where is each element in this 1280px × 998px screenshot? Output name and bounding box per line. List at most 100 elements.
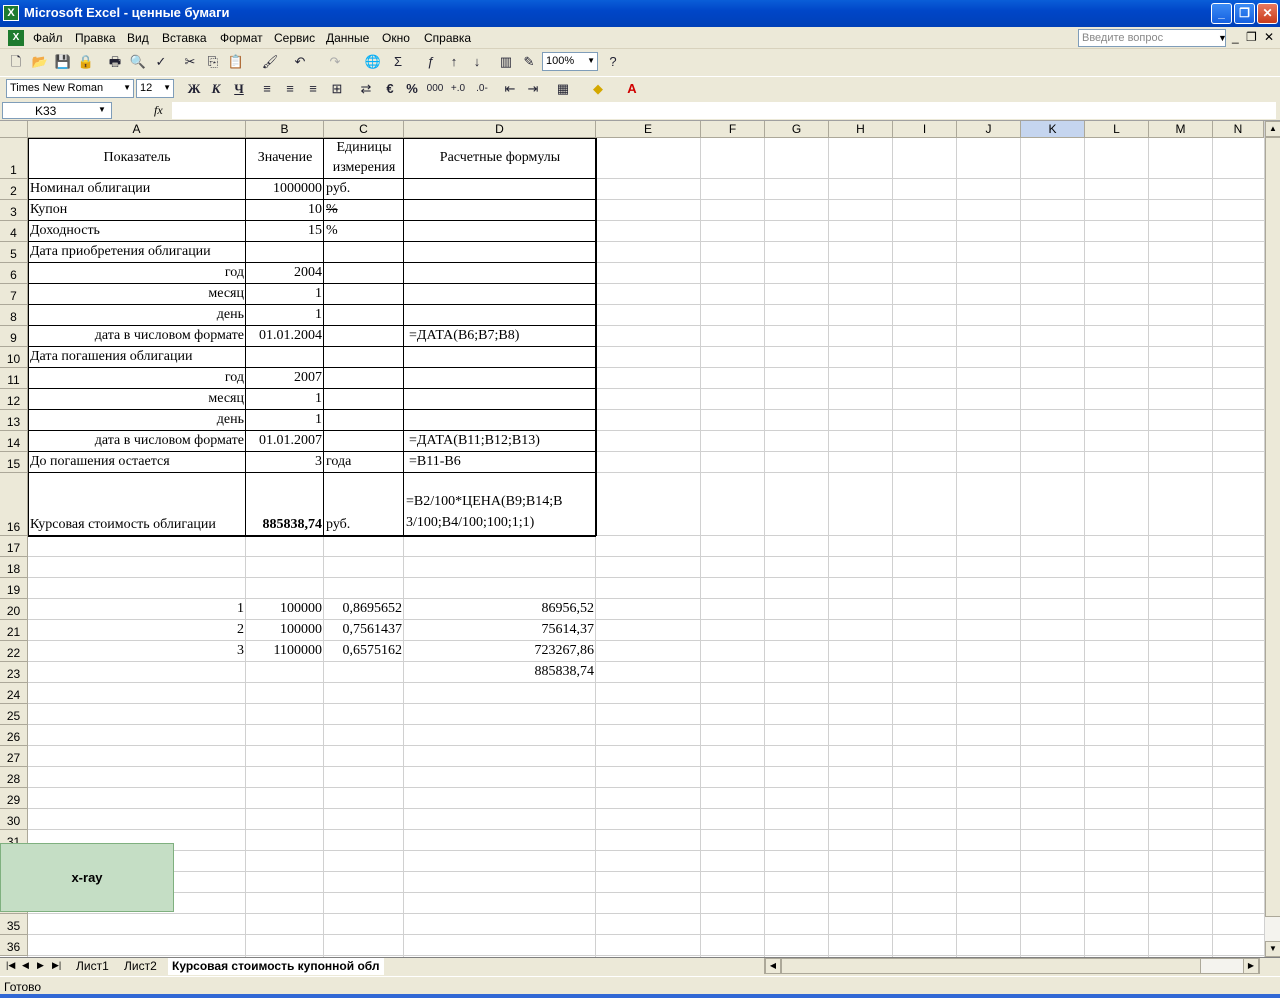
- cell-a3[interactable]: Купон: [28, 200, 246, 220]
- cell-a7[interactable]: месяц: [28, 284, 246, 304]
- hscroll-thumb[interactable]: [781, 958, 1201, 974]
- row-header-2[interactable]: 2: [0, 179, 28, 200]
- cell-a16[interactable]: Курсовая стоимость облигации: [28, 515, 246, 535]
- scroll-right-icon[interactable]: ▶: [1243, 958, 1259, 974]
- row-header-26[interactable]: 26: [0, 725, 28, 746]
- cell-d20[interactable]: 86956,52: [404, 599, 596, 619]
- close-button[interactable]: ✕: [1257, 3, 1278, 24]
- paste-icon[interactable]: 📋: [226, 52, 246, 72]
- row-header-15[interactable]: 15: [0, 452, 28, 473]
- cell-d16a[interactable]: =B2/100*ЦЕНА(B9;B14;B: [404, 492, 596, 512]
- cell-b6[interactable]: 2004: [246, 263, 324, 283]
- cell-a13[interactable]: день: [28, 410, 246, 430]
- merge-center-icon[interactable]: ⊞: [327, 79, 347, 99]
- cell-b22[interactable]: 1100000: [246, 641, 324, 661]
- menu-insert[interactable]: Вставка: [162, 31, 207, 45]
- hyperlink-icon[interactable]: 🌐: [363, 52, 383, 72]
- next-sheet-icon[interactable]: ▶: [37, 960, 44, 971]
- borders-icon[interactable]: ▦: [553, 79, 573, 99]
- column-header-M[interactable]: M: [1149, 121, 1213, 138]
- cell-a21[interactable]: 2: [28, 620, 246, 640]
- align-center-icon[interactable]: ≡: [280, 79, 300, 99]
- row-header-12[interactable]: 12: [0, 389, 28, 410]
- row-header-3[interactable]: 3: [0, 200, 28, 221]
- column-header-B[interactable]: B: [246, 121, 324, 138]
- row-header-23[interactable]: 23: [0, 662, 28, 683]
- menu-edit[interactable]: Правка: [75, 31, 116, 45]
- row-header-1[interactable]: 1: [0, 138, 28, 179]
- cell-b16[interactable]: 885838,74: [246, 515, 324, 535]
- cell-d23[interactable]: 885838,74: [404, 662, 596, 682]
- redo-icon[interactable]: ↷: [325, 52, 345, 72]
- vertical-scrollbar[interactable]: ▲ ▼: [1264, 121, 1280, 958]
- cell-d21[interactable]: 75614,37: [404, 620, 596, 640]
- row-header-35[interactable]: 35: [0, 914, 28, 935]
- formula-input[interactable]: [172, 102, 1276, 119]
- scroll-up-icon[interactable]: ▲: [1265, 121, 1280, 137]
- cell-b3[interactable]: 10: [246, 200, 324, 220]
- cell-a20[interactable]: 1: [28, 599, 246, 619]
- minimize-button[interactable]: _: [1211, 3, 1232, 24]
- cell-a15[interactable]: До погашения остается: [28, 452, 246, 472]
- cell-a9[interactable]: дата в числовом формате: [28, 326, 246, 346]
- menu-tools[interactable]: Сервис: [274, 31, 315, 45]
- cell-b4[interactable]: 15: [246, 221, 324, 241]
- cell-d14[interactable]: =ДАТА(B11;B12;B13): [404, 431, 596, 451]
- column-header-N[interactable]: N: [1213, 121, 1264, 138]
- cell-b12[interactable]: 1: [246, 389, 324, 409]
- insert-function-icon[interactable]: ƒ: [421, 52, 441, 72]
- sheet-tab-1[interactable]: Лист1: [72, 958, 113, 975]
- increase-indent-icon[interactable]: ⇥: [523, 79, 543, 99]
- column-header-K[interactable]: K: [1021, 121, 1085, 138]
- cell-a6[interactable]: год: [28, 263, 246, 283]
- align-right-icon[interactable]: ≡: [303, 79, 323, 99]
- menu-data[interactable]: Данные: [326, 31, 369, 45]
- row-header-16[interactable]: 16: [0, 473, 28, 536]
- increase-decimal-icon[interactable]: +.0: [448, 79, 468, 99]
- copy-icon[interactable]: ⎘: [203, 52, 223, 72]
- font-dropdown-icon[interactable]: ▼: [123, 83, 131, 92]
- doc-close-icon[interactable]: ✕: [1264, 30, 1274, 44]
- menu-format[interactable]: Формат: [220, 31, 263, 45]
- row-header-24[interactable]: 24: [0, 683, 28, 704]
- bold-button[interactable]: Ж: [184, 79, 204, 99]
- scroll-left-icon[interactable]: ◀: [765, 958, 781, 974]
- row-header-30[interactable]: 30: [0, 809, 28, 830]
- chart-wizard-icon[interactable]: ▥: [496, 52, 516, 72]
- row-header-5[interactable]: 5: [0, 242, 28, 263]
- cell-b7[interactable]: 1: [246, 284, 324, 304]
- row-header-25[interactable]: 25: [0, 704, 28, 725]
- sort-desc-icon[interactable]: ↓: [467, 52, 487, 72]
- cell-a10[interactable]: Дата погашения облигации: [28, 347, 268, 367]
- row-header-19[interactable]: 19: [0, 578, 28, 599]
- column-header-I[interactable]: I: [893, 121, 957, 138]
- maximize-button[interactable]: ❐: [1234, 3, 1255, 24]
- column-header-H[interactable]: H: [829, 121, 893, 138]
- permission-icon[interactable]: 🔒: [76, 52, 96, 72]
- menu-help[interactable]: Справка: [424, 31, 471, 45]
- namebox-dropdown-icon[interactable]: ▼: [98, 105, 106, 114]
- cell-a14[interactable]: дата в числовом формате: [28, 431, 246, 451]
- cell-a4[interactable]: Доходность: [28, 221, 246, 241]
- cut-icon[interactable]: ✂: [180, 52, 200, 72]
- row-header-29[interactable]: 29: [0, 788, 28, 809]
- row-header-22[interactable]: 22: [0, 641, 28, 662]
- autosum-icon[interactable]: Σ: [388, 52, 408, 72]
- row-header-8[interactable]: 8: [0, 305, 28, 326]
- cell-b20[interactable]: 100000: [246, 599, 324, 619]
- cell-a1[interactable]: Показатель: [28, 148, 246, 168]
- row-header-10[interactable]: 10: [0, 347, 28, 368]
- column-header-C[interactable]: C: [324, 121, 404, 138]
- row-header-7[interactable]: 7: [0, 284, 28, 305]
- column-header-F[interactable]: F: [701, 121, 765, 138]
- drawing-icon[interactable]: ✎: [519, 52, 539, 72]
- format-painter-icon[interactable]: 🖌: [260, 52, 280, 72]
- cell-c1a[interactable]: Единицы: [324, 138, 404, 158]
- underline-button[interactable]: Ч: [229, 79, 249, 99]
- cell-d1[interactable]: Расчетные формулы: [404, 148, 596, 168]
- horizontal-scrollbar[interactable]: ◀ ▶: [764, 958, 1260, 974]
- cell-b1[interactable]: Значение: [246, 148, 324, 168]
- sort-asc-icon[interactable]: ↑: [444, 52, 464, 72]
- prev-sheet-icon[interactable]: ◀: [22, 960, 29, 971]
- row-header-28[interactable]: 28: [0, 767, 28, 788]
